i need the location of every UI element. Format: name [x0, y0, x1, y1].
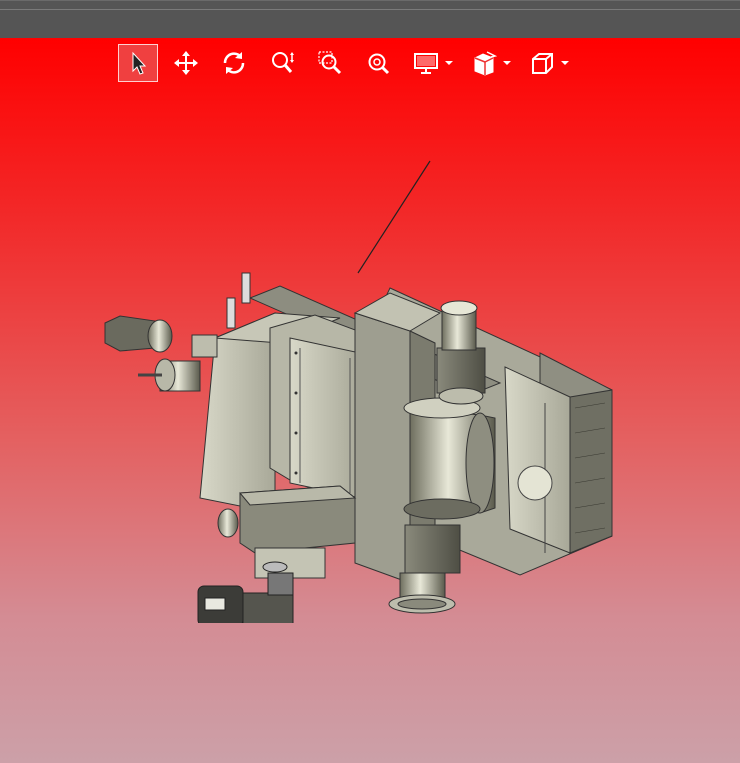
pan-tool-button[interactable]	[166, 44, 206, 82]
chevron-down-icon	[445, 61, 453, 65]
select-arrow-icon	[132, 51, 147, 75]
view-cube-icon	[532, 53, 553, 74]
section-view-icon	[474, 51, 497, 76]
chevron-down-icon	[561, 61, 569, 65]
3d-viewport[interactable]	[0, 38, 740, 763]
chevron-down-icon	[503, 61, 511, 65]
display-mode-icon	[414, 53, 438, 74]
select-tool-button[interactable]	[118, 44, 158, 82]
cnc-machine-model[interactable]	[100, 153, 620, 623]
zoom-window-icon	[318, 51, 342, 75]
zoom-window-button[interactable]	[310, 44, 350, 82]
zoom-dynamic-button[interactable]	[262, 44, 302, 82]
zoom-dynamic-icon	[272, 52, 294, 73]
rotate-tool-button[interactable]	[214, 44, 254, 82]
view-toolbar	[118, 43, 580, 83]
display-mode-button[interactable]	[406, 44, 446, 82]
pan-move-icon	[174, 51, 198, 75]
zoom-fit-button[interactable]	[358, 44, 398, 82]
zoom-fit-icon	[368, 53, 390, 75]
section-view-button[interactable]	[464, 44, 504, 82]
view-orientation-button[interactable]	[522, 44, 562, 82]
window-titlebar	[0, 0, 740, 38]
rotate-icon	[223, 52, 245, 74]
